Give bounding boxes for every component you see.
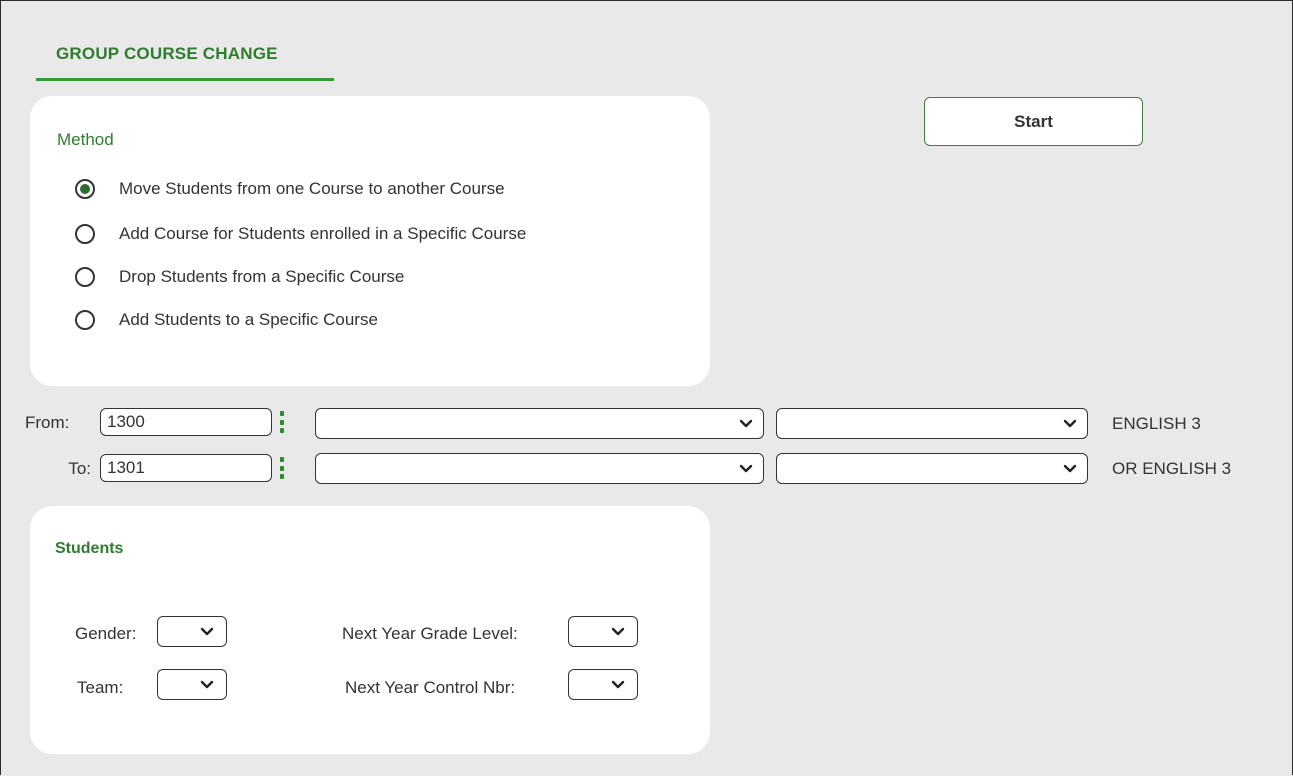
to-label: To: [68, 459, 91, 478]
chevron-down-icon [611, 680, 625, 689]
vertical-ellipsis-icon[interactable] [279, 411, 285, 433]
method-option-add-course[interactable]: Add Course for Students enrolled in a Sp… [75, 221, 526, 247]
team-select[interactable] [157, 669, 227, 700]
chevron-down-icon [739, 419, 753, 428]
next-year-grade-select[interactable] [568, 616, 638, 647]
from-course-name: ENGLISH 3 [1112, 414, 1201, 433]
to-course-name: OR ENGLISH 3 [1112, 459, 1232, 478]
chevron-down-icon [200, 627, 214, 636]
method-option-drop[interactable]: Drop Students from a Specific Course [75, 264, 404, 290]
method-option-label: Move Students from one Course to another… [119, 179, 505, 198]
start-button[interactable]: Start [924, 97, 1143, 146]
students-title: Students [55, 540, 124, 557]
to-course-input[interactable] [100, 454, 272, 482]
from-select-2[interactable] [776, 408, 1088, 439]
to-select-2[interactable] [776, 453, 1088, 484]
method-option-move[interactable]: Move Students from one Course to another… [75, 176, 505, 202]
from-select-1[interactable] [315, 408, 764, 439]
gender-select[interactable] [157, 616, 227, 647]
radio-icon[interactable] [75, 224, 95, 244]
chevron-down-icon [611, 627, 625, 636]
gender-label: Gender: [75, 624, 137, 643]
tab-label: GROUP COURSE CHANGE [56, 44, 278, 63]
next-year-grade-label: Next Year Grade Level: [342, 624, 518, 643]
method-option-add-students[interactable]: Add Students to a Specific Course [75, 307, 378, 333]
students-panel: Students Gender: Team: Next Year Grade L… [30, 506, 710, 754]
chevron-down-icon [1063, 464, 1077, 473]
method-option-label: Add Students to a Specific Course [119, 310, 378, 329]
to-select-1[interactable] [315, 453, 764, 484]
chevron-down-icon [739, 464, 753, 473]
radio-icon[interactable] [75, 179, 95, 199]
chevron-down-icon [200, 680, 214, 689]
method-option-label: Add Course for Students enrolled in a Sp… [119, 224, 527, 243]
method-option-label: Drop Students from a Specific Course [119, 267, 405, 286]
radio-icon[interactable] [75, 267, 95, 287]
tab-group-course-change[interactable]: GROUP COURSE CHANGE [36, 38, 334, 81]
next-year-control-select[interactable] [568, 669, 638, 700]
method-title: Method [57, 130, 114, 149]
chevron-down-icon [1063, 419, 1077, 428]
team-label: Team: [77, 678, 124, 697]
vertical-ellipsis-icon[interactable] [279, 457, 285, 479]
from-course-input[interactable] [100, 408, 272, 436]
radio-icon[interactable] [75, 310, 95, 330]
method-panel: Method Move Students from one Course to … [30, 96, 710, 386]
next-year-control-label: Next Year Control Nbr: [345, 678, 516, 697]
from-label: From: [25, 413, 70, 432]
